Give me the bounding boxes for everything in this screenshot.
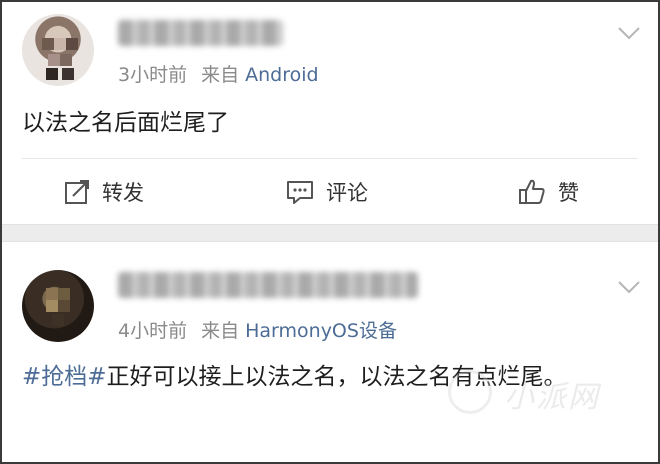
username-blurred[interactable] (118, 272, 418, 298)
chevron-down-icon[interactable] (618, 280, 640, 294)
post-meta: 3小时前 来自 Android (118, 60, 319, 87)
username-blurred[interactable] (118, 20, 283, 46)
avatar[interactable] (22, 14, 94, 86)
source-prefix: 来自 (201, 320, 240, 342)
repost-icon (65, 180, 89, 204)
post-card: 4小时前 来自 HarmonyOS设备 #抢档#正好可以接上以法之名，以法之名有点烂… (2, 242, 658, 462)
post-time: 4小时前 (118, 320, 188, 342)
like-button[interactable]: 赞 (518, 172, 579, 212)
post-source[interactable]: HarmonyOS设备 (245, 320, 397, 342)
post-separator (2, 224, 658, 242)
like-label: 赞 (558, 181, 579, 205)
comment-button[interactable]: 评论 (286, 172, 368, 212)
post-time: 3小时前 (118, 64, 188, 86)
chevron-down-icon[interactable] (618, 26, 640, 40)
watermark-logo: 小派网 (442, 362, 642, 422)
post-card: 3小时前 来自 Android 以法之名后面烂尾了 转发 评论 赞 (2, 2, 658, 224)
action-bar: 转发 评论 赞 (2, 172, 658, 212)
divider (22, 158, 638, 159)
post-source[interactable]: Android (245, 64, 318, 86)
hashtag-link[interactable]: #抢档# (22, 364, 107, 390)
comment-icon (287, 181, 313, 204)
thumbs-up-icon (519, 179, 545, 204)
repost-button[interactable]: 转发 (64, 172, 144, 212)
post-text: 以法之名后面烂尾了 (22, 110, 229, 136)
source-prefix: 来自 (201, 64, 240, 86)
feed-frame: 3小时前 来自 Android 以法之名后面烂尾了 转发 评论 赞 4小时前 来… (0, 0, 660, 464)
avatar[interactable] (22, 270, 94, 342)
post-meta: 4小时前 来自 HarmonyOS设备 (118, 316, 397, 343)
repost-label: 转发 (102, 181, 144, 205)
comment-label: 评论 (326, 181, 368, 205)
